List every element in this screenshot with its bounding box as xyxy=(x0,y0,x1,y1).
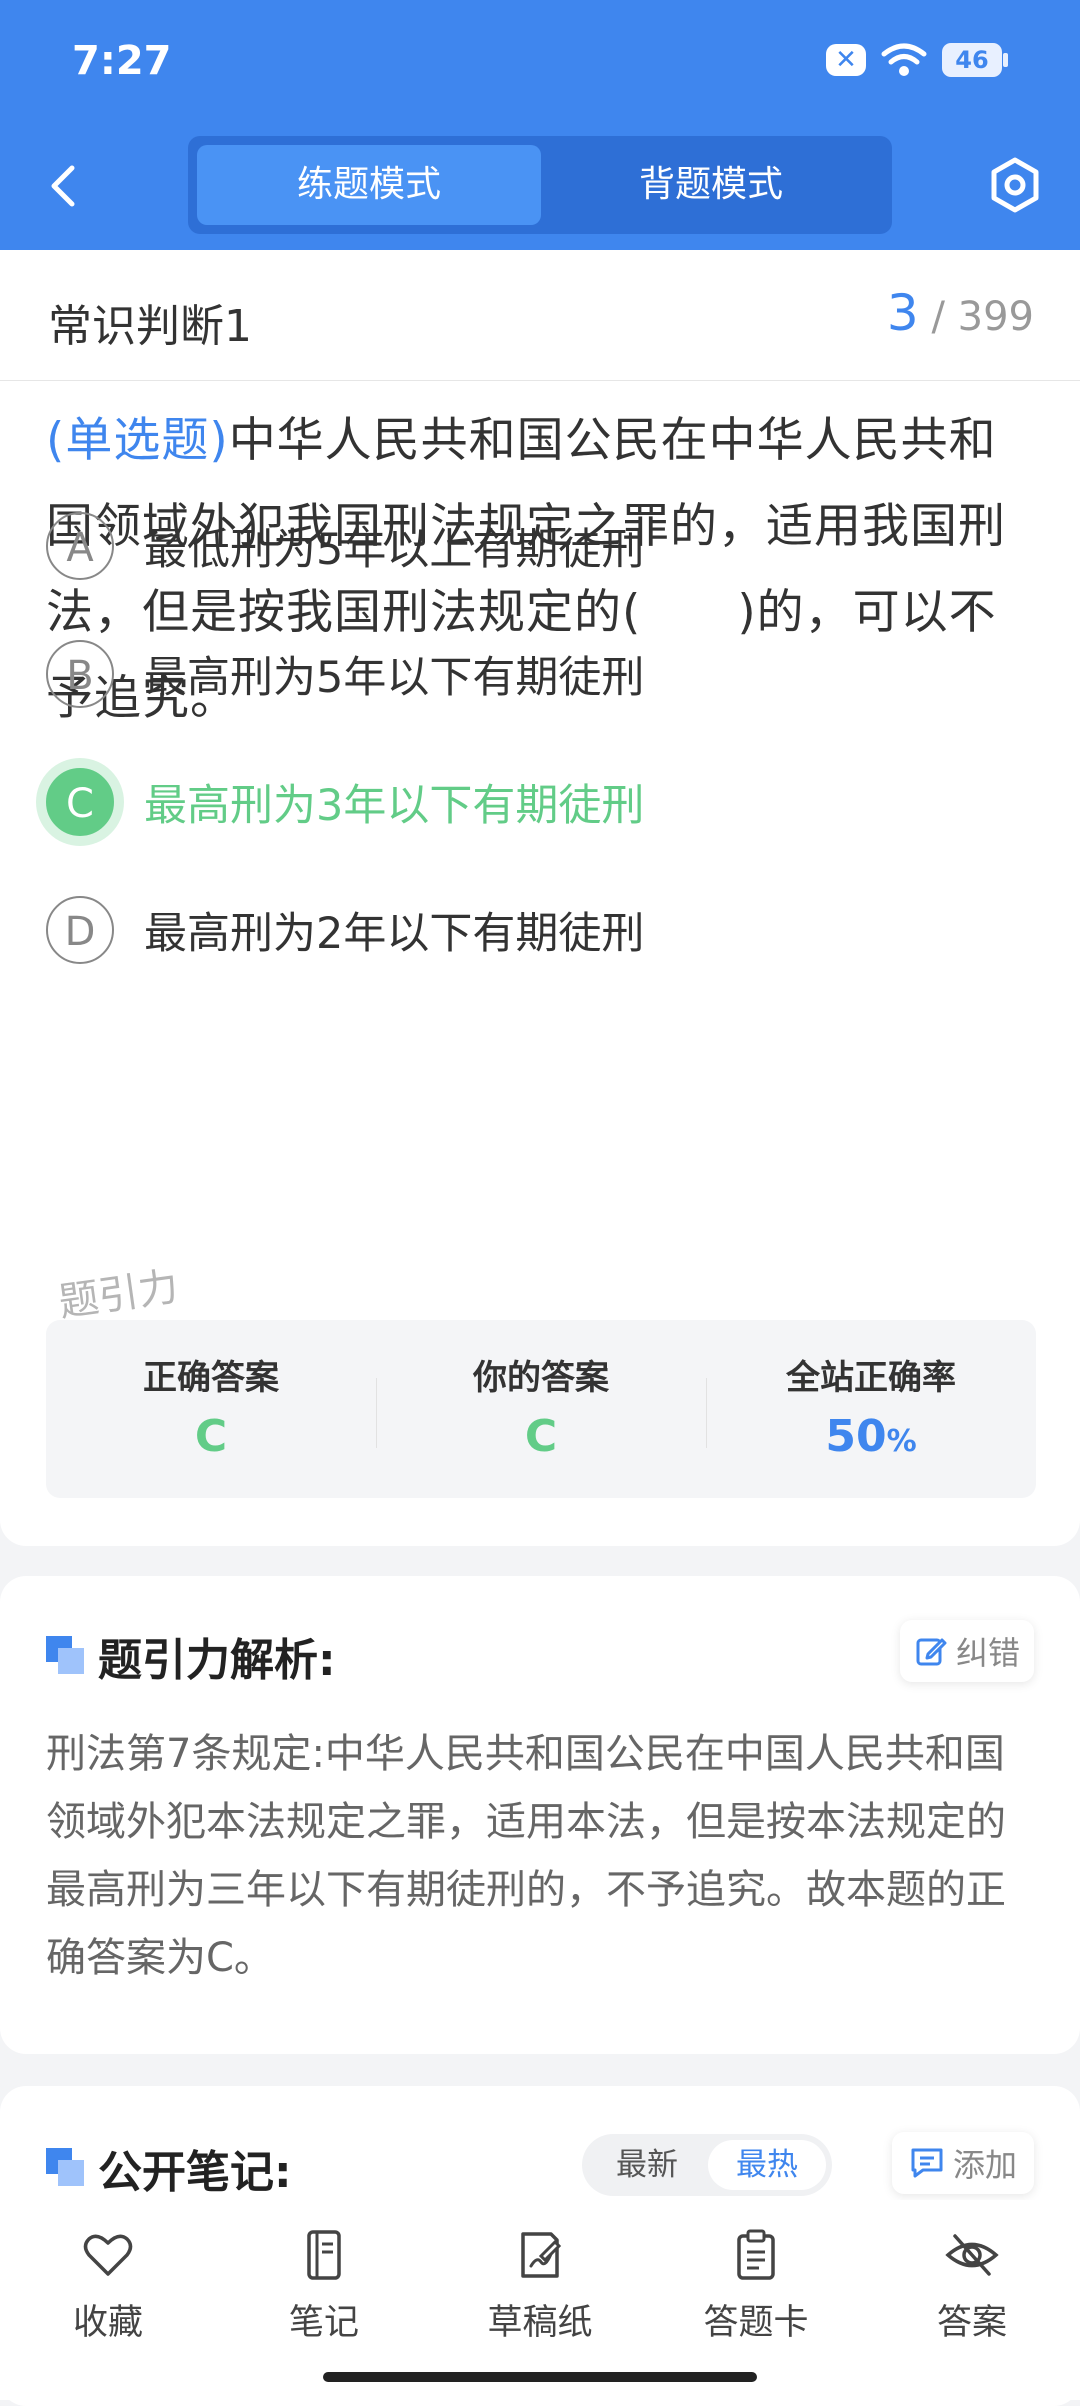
notes-title: 公开笔记: xyxy=(98,2147,292,2198)
total-count: / 399 xyxy=(931,294,1034,340)
report-error-button[interactable]: 纠错 xyxy=(900,1620,1034,1682)
status-icons: ✕ 46 xyxy=(826,42,1008,78)
option-text: 最高刑为5年以下有期徒刑 xyxy=(144,653,645,703)
tab-practice-mode[interactable]: 练题模式 xyxy=(197,145,541,225)
sort-hottest[interactable]: 最热 xyxy=(708,2140,826,2190)
stat-your-answer: 你的答案 C xyxy=(376,1320,706,1498)
option-d[interactable]: D 最高刑为2年以下有期徒刑 xyxy=(46,888,1036,972)
x-icon: ✕ xyxy=(826,44,866,76)
option-key: D xyxy=(46,896,114,964)
stat-label: 全站正确率 xyxy=(786,1358,956,1398)
stat-correct-answer: 正确答案 C xyxy=(46,1320,376,1498)
stat-label: 正确答案 xyxy=(143,1358,279,1398)
analysis-header: 题引力解析: xyxy=(46,1624,336,1688)
nav-notes[interactable]: 笔记 xyxy=(216,2200,432,2400)
rate-unit: % xyxy=(886,1424,917,1459)
draft-paper-icon xyxy=(521,2232,562,2278)
option-c[interactable]: C 最高刑为3年以下有期徒刑 xyxy=(46,760,1036,844)
notes-sort-switch: 最新 最热 xyxy=(582,2134,832,2196)
question-counter[interactable]: 3 / 399 xyxy=(887,284,1034,342)
tab-memorize-mode[interactable]: 背题模式 xyxy=(539,145,883,225)
back-button[interactable] xyxy=(40,150,90,220)
option-a[interactable]: A 最低刑为5年以上有期徒刑 xyxy=(46,504,1036,588)
option-b[interactable]: B 最高刑为5年以下有期徒刑 xyxy=(46,632,1036,716)
answer-stats: 正确答案 C 你的答案 C 全站正确率 50% xyxy=(46,1320,1036,1498)
report-error-label: 纠错 xyxy=(955,1634,1020,1672)
stat-value: C xyxy=(194,1411,228,1462)
section-square-icon xyxy=(46,2148,86,2188)
mode-switch: 练题模式 背题模式 xyxy=(188,136,892,234)
nav-favorite[interactable]: 收藏 xyxy=(0,2200,216,2400)
eye-off-icon xyxy=(945,2234,999,2276)
status-time: 7:27 xyxy=(72,38,172,84)
nav-answer[interactable]: 答案 xyxy=(864,2200,1080,2400)
notes-header: 公开笔记: xyxy=(46,2136,292,2200)
nav-label: 答题卡 xyxy=(703,2303,809,2343)
option-key: A xyxy=(46,512,114,580)
comment-icon xyxy=(911,2148,943,2178)
home-indicator[interactable] xyxy=(323,2372,757,2382)
rate-number: 50 xyxy=(825,1411,887,1462)
notebook-icon xyxy=(307,2230,341,2280)
section-square-icon xyxy=(46,1636,86,1676)
analysis-title: 题引力解析: xyxy=(98,1635,336,1686)
section-title: 常识判断1 xyxy=(48,301,252,352)
nav-label: 答案 xyxy=(936,2303,1007,2343)
app-header: 7:27 ✕ 46 练题模式 背题模式 xyxy=(0,0,1080,250)
bottom-toolbar: 收藏 笔记 草稿纸 答题卡 答案 xyxy=(0,2200,1080,2400)
stat-value: C xyxy=(524,1411,558,1462)
option-key: C xyxy=(46,768,114,836)
nav-answer-sheet[interactable]: 答题卡 xyxy=(648,2200,864,2400)
analysis-text: 刑法第7条规定:中华人民共和国公民在中国人民共和国领域外犯本法规定之罪，适用本法… xyxy=(46,1731,1006,1981)
wifi-icon xyxy=(881,43,927,76)
add-note-label: 添加 xyxy=(952,2146,1017,2184)
battery-level: 46 xyxy=(955,46,989,74)
nav-label: 草稿纸 xyxy=(487,2303,593,2343)
settings-button[interactable] xyxy=(986,152,1044,218)
nav-label: 笔记 xyxy=(288,2303,359,2343)
option-text: 最高刑为2年以下有期徒刑 xyxy=(144,909,645,959)
sort-newest[interactable]: 最新 xyxy=(588,2140,706,2190)
stat-value: 50% xyxy=(706,1411,1036,1462)
add-note-button[interactable]: 添加 xyxy=(892,2132,1034,2194)
current-index: 3 xyxy=(886,284,919,342)
nav-label: 收藏 xyxy=(72,2303,143,2343)
heart-icon xyxy=(83,2234,133,2276)
chevron-left-icon xyxy=(51,165,75,207)
section-bar: 常识判断1 3 / 399 xyxy=(0,250,1080,381)
question-type: (单选题) xyxy=(46,413,229,468)
option-text: 最高刑为3年以下有期徒刑 xyxy=(144,781,645,831)
clipboard-icon xyxy=(737,2229,775,2280)
gear-hex-icon xyxy=(991,157,1039,213)
option-text: 最低刑为5年以上有期徒刑 xyxy=(144,525,645,575)
option-key: B xyxy=(46,640,114,708)
nav-draft-paper[interactable]: 草稿纸 xyxy=(432,2200,648,2400)
stat-label: 你的答案 xyxy=(473,1358,609,1398)
edit-icon xyxy=(916,1638,947,1666)
battery-icon: 46 xyxy=(942,43,1008,77)
stat-accuracy-rate: 全站正确率 50% xyxy=(706,1320,1036,1498)
